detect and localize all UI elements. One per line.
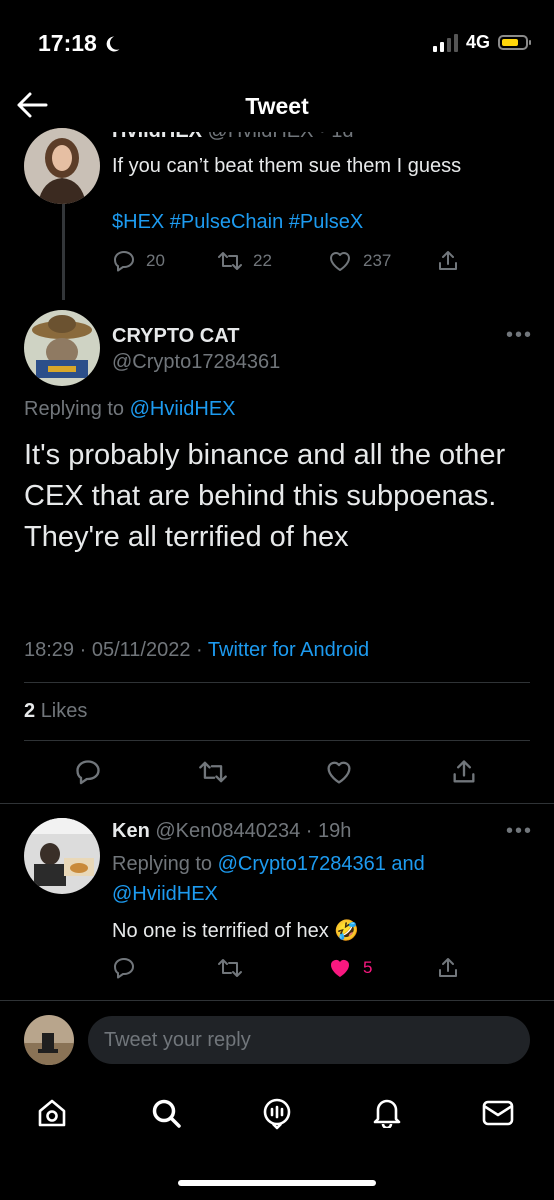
divider — [24, 740, 530, 741]
tweet-body: No one is terrified of hex 🤣 — [112, 918, 359, 943]
share-icon — [439, 251, 457, 270]
author-line: Ken @Ken08440234 · 19h — [112, 820, 352, 842]
share-action[interactable] — [436, 956, 460, 980]
replying-to-line: Replying to @HviidHEX — [24, 398, 236, 421]
search-icon — [152, 1099, 181, 1128]
more-options-button[interactable]: ••• — [506, 324, 533, 347]
replying-prefix: Replying to — [24, 398, 130, 420]
retweet-action[interactable] — [198, 758, 228, 786]
reply-input[interactable]: Tweet your reply — [88, 1016, 530, 1064]
like-action[interactable] — [324, 758, 354, 786]
author-name[interactable]: CRYPTO CAT — [112, 325, 239, 348]
likes-label: Likes — [40, 700, 88, 722]
avatar-photo — [24, 1015, 74, 1065]
home-icon — [38, 1099, 66, 1127]
avatar[interactable] — [24, 310, 100, 386]
author-handle: @HviidHEX — [208, 132, 314, 142]
retweet-icon — [218, 252, 242, 270]
like-action[interactable]: 5 — [327, 956, 372, 980]
speech-bubble-icon — [114, 251, 134, 272]
network-label: 4G — [465, 32, 490, 52]
tweet-source-link[interactable]: Twitter for Android — [208, 639, 369, 661]
author-name[interactable]: Ken — [112, 820, 150, 842]
heart-icon — [327, 761, 351, 784]
more-options-button[interactable]: ••• — [506, 820, 533, 843]
nav-search[interactable] — [150, 1097, 182, 1129]
retweet-icon — [199, 761, 227, 783]
retweet-icon — [218, 959, 242, 977]
clock-text: 17:18 — [38, 30, 97, 56]
speech-bubble-icon — [76, 760, 100, 785]
home-indicator — [178, 1180, 376, 1186]
like-count: 237 — [363, 251, 392, 270]
author-name: HviidHEX — [112, 132, 202, 142]
replying-to-link[interactable]: @HviidHEX — [112, 883, 218, 905]
share-action[interactable] — [436, 249, 460, 273]
nav-spaces[interactable] — [260, 1096, 294, 1130]
replying-to-link[interactable]: @Crypto17284361 — [218, 853, 386, 875]
heart-filled-icon — [331, 960, 349, 977]
divider — [24, 682, 530, 683]
divider — [0, 803, 554, 804]
emoji: 🤣 — [334, 920, 360, 942]
tweet-text: No one is terrified of hex — [112, 920, 329, 942]
likes-summary[interactable]: 2 Likes — [24, 700, 87, 723]
envelope-icon — [482, 1100, 514, 1126]
battery-icon — [498, 35, 531, 50]
bell-icon — [373, 1099, 401, 1128]
divider — [0, 1000, 554, 1001]
share-action[interactable] — [450, 758, 478, 786]
retweet-action[interactable]: 22 — [217, 249, 272, 273]
reply-action[interactable] — [74, 758, 102, 786]
retweet-action[interactable] — [217, 956, 243, 980]
replying-to-link[interactable]: @HviidHEX — [130, 398, 236, 420]
share-icon — [453, 760, 475, 783]
spaces-icon — [263, 1098, 291, 1130]
my-avatar[interactable] — [24, 1015, 74, 1065]
reply-action[interactable] — [112, 956, 136, 980]
tweet-text: It's probably binance and all the other … — [24, 439, 506, 553]
like-action[interactable]: 237 — [327, 249, 391, 273]
heart-icon — [330, 252, 350, 271]
avatar-photo — [24, 128, 100, 204]
likes-count: 2 — [24, 700, 36, 722]
nav-messages[interactable] — [482, 1100, 514, 1126]
replying-and: and — [385, 853, 425, 875]
reply-count: 20 — [146, 251, 165, 270]
signal-icon — [432, 33, 458, 52]
like-count: 5 — [363, 958, 373, 977]
retweet-count: 22 — [253, 251, 272, 270]
nav-notifications[interactable] — [372, 1096, 402, 1128]
replying-to-line: Replying to @Crypto17284361 and @HviidHE… — [112, 849, 512, 909]
author-handle[interactable]: @Ken08440234 — [155, 820, 300, 842]
speech-bubble-icon — [114, 958, 134, 979]
reply-input-placeholder: Tweet your reply — [104, 1028, 251, 1051]
avatar[interactable] — [24, 818, 100, 894]
share-icon — [439, 958, 457, 977]
author-line-clipped: HviidHEX @HviidHEX · 1d — [112, 132, 372, 146]
moon-icon — [106, 35, 120, 51]
avatar-photo — [24, 310, 100, 386]
replying-prefix: Replying to — [112, 853, 218, 875]
tweet-date: 05/11/2022 — [91, 639, 191, 661]
tweet-timestamp: 18:29 · 05/11/2022 · Twitter for Android — [24, 639, 370, 661]
author-handle[interactable]: @Crypto17284361 — [112, 351, 280, 374]
reply-action[interactable]: 20 — [112, 249, 165, 273]
status-bar-time: 17:18 — [38, 30, 121, 57]
status-bar-indicators: 4G — [432, 32, 531, 53]
tweet-hashtags[interactable]: $HEX #PulseChain #PulseX — [112, 211, 363, 234]
nav-home[interactable] — [36, 1098, 68, 1128]
tweet-age: 1d — [331, 132, 353, 142]
avatar-photo — [24, 818, 100, 894]
page-title: Tweet — [245, 93, 309, 119]
tweet-text: If you can’t beat them sue them I guess — [112, 155, 462, 177]
tweet-age: 19h — [318, 820, 352, 842]
tweet-time: 18:29 — [24, 639, 75, 661]
avatar[interactable] — [24, 128, 100, 204]
thread-line — [62, 204, 65, 300]
